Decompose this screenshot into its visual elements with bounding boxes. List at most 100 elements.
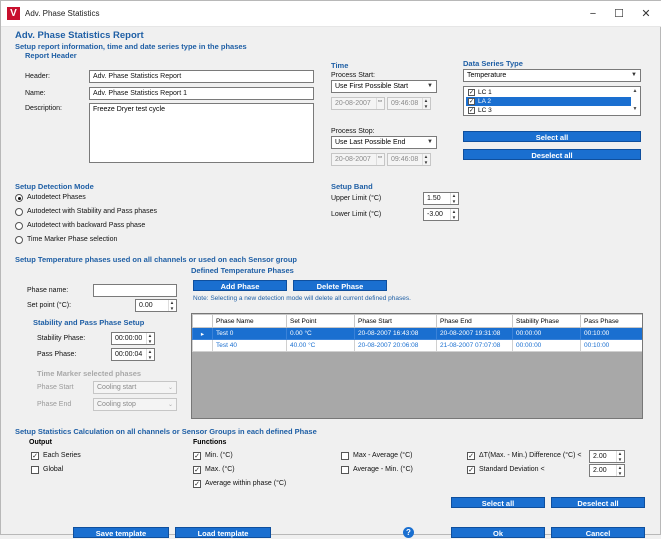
each-series-checkbox[interactable]: ✓ <box>31 452 39 460</box>
header-input[interactable]: Adv. Phase Statistics Report <box>89 70 314 83</box>
std-dev-checkbox[interactable]: ✓ <box>467 466 475 474</box>
chevron-down-icon: ⌄ <box>167 385 173 391</box>
statistics-section: Setup Statistics Calculation on all chan… <box>15 427 317 436</box>
spin-arrows-icon[interactable]: ▲ ▼ <box>146 349 153 360</box>
table-row[interactable]: ▸ Test 0 0.00 °C 20-08-2007 16:43:08 20-… <box>192 327 642 340</box>
minimize-button[interactable]: − <box>581 6 605 22</box>
checkbox-label: Min. (°C) <box>205 452 233 459</box>
delta-t-value: 2.00 <box>593 453 607 460</box>
column-header[interactable]: Phase End <box>436 314 513 328</box>
row-header[interactable] <box>192 339 213 352</box>
spin-arrows-icon[interactable]: ▲ ▼ <box>146 333 153 344</box>
column-header[interactable]: Phase Name <box>212 314 287 328</box>
list-item[interactable]: ✓ LC 3 <box>466 106 626 115</box>
radio-label: Autodetect Phases <box>27 194 86 201</box>
max-checkbox[interactable]: ✓ <box>193 466 201 474</box>
process-start-select[interactable]: Use First Possible Start ▼ <box>331 80 437 93</box>
average-min-checkbox[interactable] <box>341 466 349 474</box>
column-header[interactable]: Pass Phase <box>580 314 642 328</box>
cancel-button[interactable]: Cancel <box>551 527 645 538</box>
description-label: Description: <box>25 105 62 112</box>
column-header[interactable]: Phase Start <box>354 314 437 328</box>
table-cell[interactable]: 40.00 °C <box>286 339 355 352</box>
list-item[interactable]: ✓ LA 2 <box>466 97 631 106</box>
checkbox-icon[interactable]: ✓ <box>468 89 475 96</box>
report-heading: Adv. Phase Statistics Report <box>15 30 144 41</box>
functions-deselect-all-button[interactable]: Deselect all <box>551 497 645 508</box>
checkbox-label: Average - Min. (°C) <box>353 466 413 473</box>
process-stop-select[interactable]: Use Last Possible End ▼ <box>331 136 437 149</box>
table-cell[interactable]: 00:00:00 <box>512 339 581 352</box>
max-average-checkbox[interactable] <box>341 452 349 460</box>
average-checkbox[interactable]: ✓ <box>193 480 201 488</box>
data-series-list[interactable]: ✓ LC 1 ✓ LA 2 ✓ LC 3 ▲ ▼ <box>463 86 641 116</box>
data-series-type-select[interactable]: Temperature ▼ <box>463 69 641 82</box>
table-row[interactable]: Test 40 40.00 °C 20-08-2007 20:06:08 21-… <box>192 339 642 352</box>
scrollbar[interactable]: ▲ ▼ <box>631 88 639 114</box>
band-section: Setup Band <box>331 182 373 191</box>
column-header[interactable]: Set Point <box>286 314 355 328</box>
radio-autodetect[interactable] <box>15 194 23 202</box>
checkbox-label: Average within phase (°C) <box>205 480 287 487</box>
spin-arrows-icon[interactable]: ▲ ▼ <box>450 193 457 204</box>
setpoint-input[interactable]: 0.00 ▲ ▼ <box>135 299 177 312</box>
table-cell[interactable]: 0.00 °C <box>286 327 355 340</box>
table-cell[interactable]: 00:10:00 <box>580 327 642 340</box>
radio-autodetect-stability[interactable] <box>15 208 23 216</box>
add-phase-button[interactable]: Add Phase <box>193 280 287 291</box>
delta-t-checkbox[interactable]: ✓ <box>467 452 475 460</box>
save-template-button[interactable]: Save template <box>73 527 169 538</box>
table-cell[interactable]: Test 40 <box>212 339 287 352</box>
delta-t-input[interactable]: 2.00 ▲ ▼ <box>589 450 625 463</box>
functions-select-all-button[interactable]: Select all <box>451 497 545 508</box>
spin-arrows-icon[interactable]: ▲ ▼ <box>616 465 623 476</box>
current-row-arrow-icon: ▸ <box>192 327 213 340</box>
lower-limit-label: Lower Limit (°C) <box>331 211 382 218</box>
table-cell[interactable]: 00:10:00 <box>580 339 642 352</box>
series-deselect-all-button[interactable]: Deselect all <box>463 149 641 160</box>
phases-table[interactable]: Phase Name Set Point Phase Start Phase E… <box>191 313 643 419</box>
min-checkbox[interactable]: ✓ <box>193 452 201 460</box>
spin-arrows-icon[interactable]: ▲ ▼ <box>168 300 175 311</box>
checkbox-label: Each Series <box>43 452 81 459</box>
stability-label: Stability Phase: <box>37 335 86 342</box>
name-input[interactable]: Adv. Phase Statistics Report 1 <box>89 87 314 100</box>
std-dev-input[interactable]: 2.00 ▲ ▼ <box>589 464 625 477</box>
calendar-icon: ▭ <box>376 98 383 109</box>
table-cell[interactable]: 20-08-2007 20:06:08 <box>354 339 437 352</box>
table-cell[interactable]: 20-08-2007 19:31:08 <box>436 327 513 340</box>
upper-limit-input[interactable]: 1.50 ▲ ▼ <box>423 192 459 205</box>
global-checkbox[interactable] <box>31 466 39 474</box>
stability-section: Stability and Pass Phase Setup <box>33 318 145 327</box>
series-select-all-button[interactable]: Select all <box>463 131 641 142</box>
ok-button[interactable]: Ok <box>451 527 545 538</box>
table-cell[interactable]: 21-08-2007 07:07:08 <box>436 339 513 352</box>
lower-limit-input[interactable]: -3.00 ▲ ▼ <box>423 208 459 221</box>
radio-time-marker[interactable] <box>15 236 23 244</box>
checkbox-icon[interactable]: ✓ <box>468 98 475 105</box>
maximize-button[interactable]: ☐ <box>607 6 631 22</box>
table-cell[interactable]: 00:00:00 <box>512 327 581 340</box>
list-item[interactable]: ✓ LC 1 <box>466 88 626 97</box>
spin-arrows-icon[interactable]: ▲ ▼ <box>616 451 623 462</box>
name-label: Name: <box>25 90 46 97</box>
chevron-down-icon: ▼ <box>427 83 433 89</box>
radio-autodetect-backward[interactable] <box>15 222 23 230</box>
column-header[interactable]: Stability Phase <box>512 314 581 328</box>
table-cell[interactable]: 20-08-2007 16:43:08 <box>354 327 437 340</box>
stability-input[interactable]: 00:00:00 ▲ ▼ <box>111 332 155 345</box>
load-template-button[interactable]: Load template <box>175 527 271 538</box>
description-textarea[interactable]: Freeze Dryer test cycle <box>89 103 314 163</box>
spin-arrows-icon[interactable]: ▲ ▼ <box>450 209 457 220</box>
stop-date-value: 20-08-2007 <box>335 156 371 163</box>
close-button[interactable]: ✕ <box>634 6 658 22</box>
checkbox-icon[interactable]: ✓ <box>468 107 475 114</box>
table-cell[interactable]: Test 0 <box>212 327 287 340</box>
radio-label: Autodetect with Stability and Pass phase… <box>27 208 157 215</box>
pass-input[interactable]: 00:00:04 ▲ ▼ <box>111 348 155 361</box>
delete-phase-button[interactable]: Delete Phase <box>293 280 387 291</box>
help-icon[interactable]: ? <box>403 527 414 538</box>
start-time-input: 09:46:08 ▲ ▼ <box>387 97 431 110</box>
phase-name-input[interactable] <box>93 284 177 297</box>
time-section: Time <box>331 61 349 70</box>
